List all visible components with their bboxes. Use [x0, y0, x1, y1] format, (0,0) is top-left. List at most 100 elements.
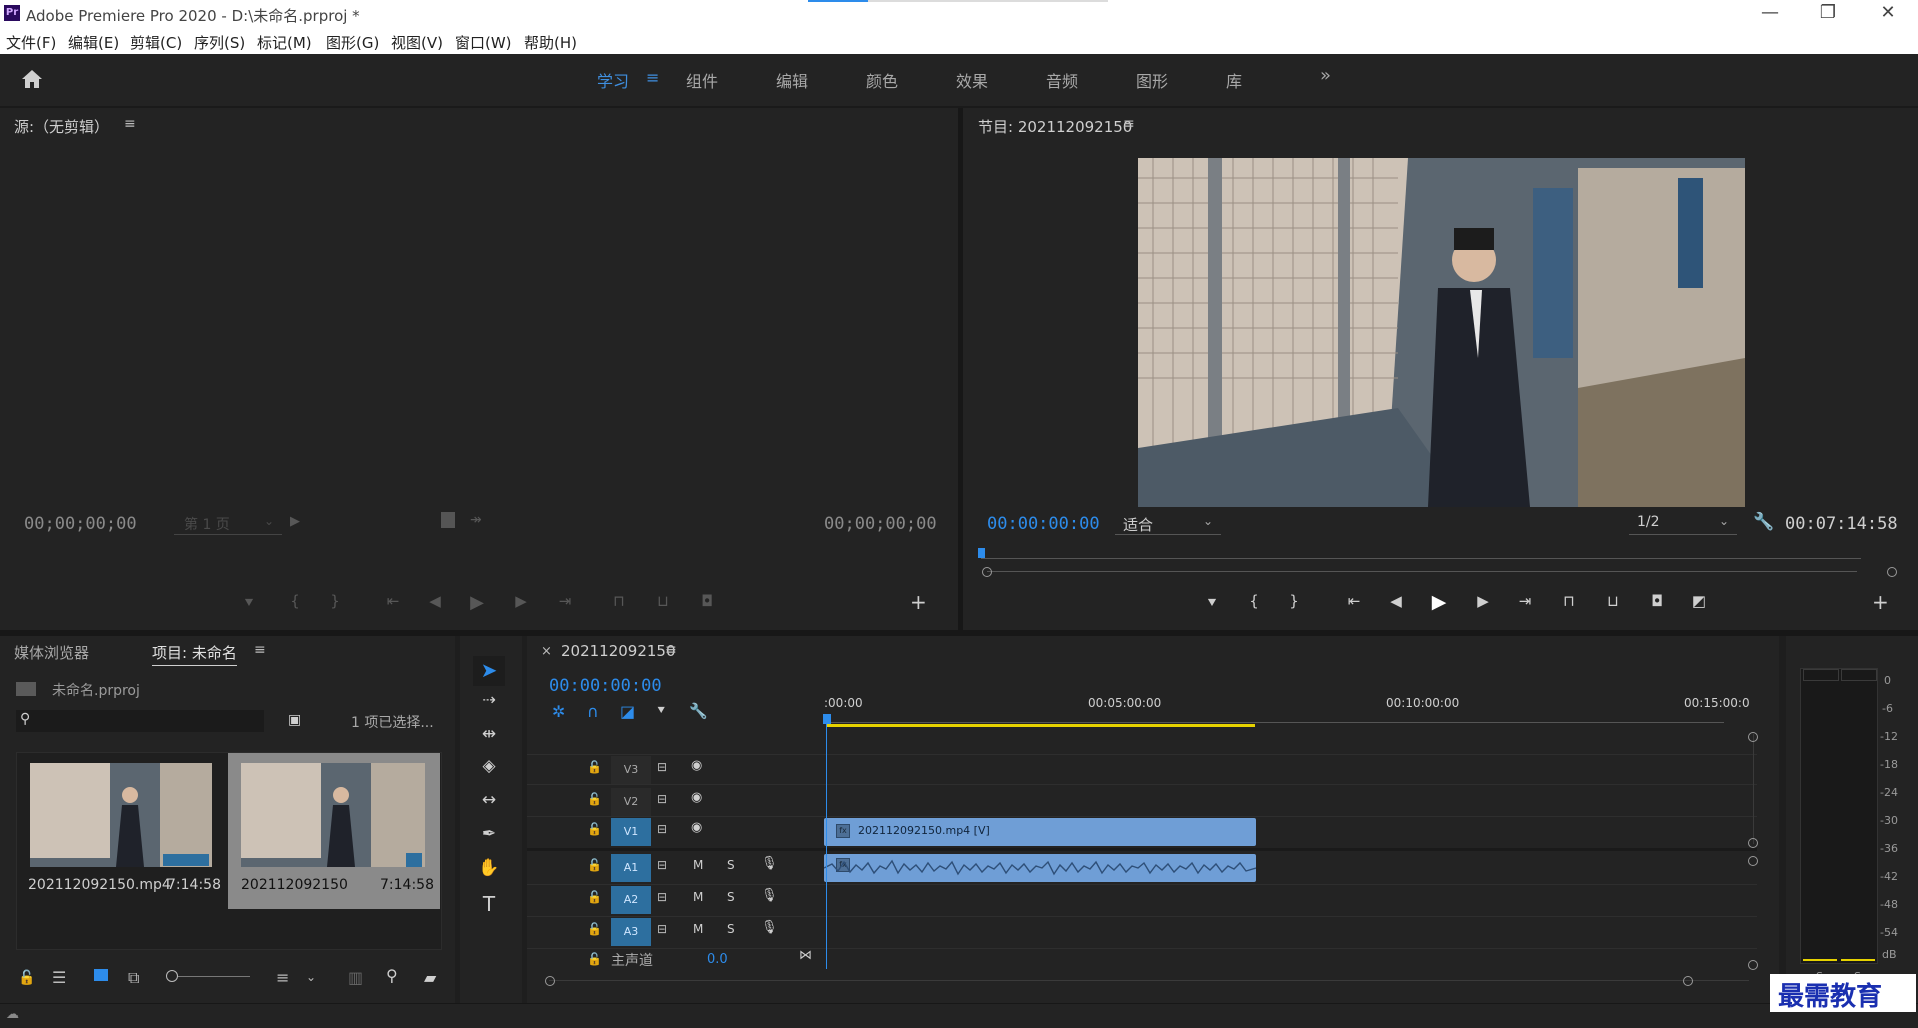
source-playhead-timecode[interactable]: 00;00;00;00	[24, 514, 137, 534]
sort-icon[interactable]: ≡	[276, 968, 289, 987]
workspace-tab-learn[interactable]: 学习	[597, 68, 629, 92]
workspace-tab-audio[interactable]: 音频	[1046, 68, 1078, 92]
workspace-tab-graphics[interactable]: 图形	[1136, 68, 1168, 92]
workspace-tab-color[interactable]: 颜色	[866, 68, 898, 92]
add-button-icon[interactable]: +	[910, 590, 927, 614]
timeline-sequence-tab[interactable]: 202112092150	[561, 642, 676, 660]
mute-button[interactable]: M	[693, 922, 703, 936]
pen-tool-icon[interactable]: ✒	[474, 824, 504, 844]
ripple-edit-tool-icon[interactable]: ⇹	[474, 724, 504, 744]
microphone-icon[interactable]: 🎙	[761, 920, 778, 935]
workspace-tab-assembly[interactable]: 组件	[686, 68, 718, 92]
step-back-icon[interactable]: ◀	[422, 592, 448, 610]
scroll-handle[interactable]	[1748, 838, 1758, 848]
sync-lock-icon[interactable]: ⊟	[657, 792, 667, 806]
program-time-ruler[interactable]	[981, 550, 1861, 559]
peak-indicator-right[interactable]	[1841, 669, 1877, 681]
source-page-dropdown[interactable]: 第 1 页 ⌄	[174, 512, 282, 535]
play-icon[interactable]: ▶	[464, 592, 490, 613]
timeline-ruler[interactable]: :00:00 00:05:00:00 00:10:00:00 00:15:00:…	[824, 694, 1750, 724]
menu-sequence[interactable]: 序列(S)	[194, 32, 245, 53]
new-bin-icon[interactable]: ▰	[424, 968, 436, 987]
track-select-tool-icon[interactable]: ⇢	[474, 690, 504, 709]
home-icon[interactable]	[20, 68, 44, 90]
insert-icon[interactable]: ⊓	[606, 592, 632, 610]
menu-edit[interactable]: 编辑(E)	[68, 32, 119, 53]
video-audio-divider[interactable]	[527, 848, 1757, 851]
sync-lock-icon[interactable]: ⊟	[657, 890, 667, 904]
go-to-end-icon[interactable]: ⋈	[799, 948, 812, 963]
slip-tool-icon[interactable]: ↔	[474, 790, 504, 810]
video-vertical-scrollbar[interactable]	[1753, 734, 1754, 844]
panel-menu-icon[interactable]: ≡	[254, 642, 266, 658]
video-clip[interactable]: fx 202112092150.mp4 [V]	[824, 818, 1256, 846]
lock-icon[interactable]: 🔓	[587, 822, 602, 836]
track-target-v2[interactable]: V2	[611, 788, 651, 816]
menu-clip[interactable]: 剪辑(C)	[130, 32, 182, 53]
automate-to-sequence-icon[interactable]: ▥	[348, 968, 363, 987]
minimize-button[interactable]: —	[1750, 2, 1790, 23]
project-item[interactable]: 202112092150.mp4 7:14:58	[17, 753, 227, 909]
workspace-tab-effects[interactable]: 效果	[956, 68, 988, 92]
thumbnail-size-slider-handle[interactable]	[166, 970, 178, 982]
lift-icon[interactable]: ⊓	[1556, 592, 1582, 610]
step-forward-icon[interactable]: ▶	[1470, 592, 1496, 610]
timeline-playhead-timecode[interactable]: 00:00:00:00	[549, 676, 662, 696]
tab-project[interactable]: 项目: 未命名	[152, 642, 237, 666]
master-volume-value[interactable]: 0.0	[707, 952, 728, 967]
mark-in-icon[interactable]: {	[1241, 592, 1267, 610]
wrench-icon[interactable]: 🔧	[1753, 512, 1774, 532]
tab-media-browser[interactable]: 媒体浏览器	[14, 642, 89, 663]
solo-button[interactable]: S	[727, 922, 735, 936]
lock-icon[interactable]: 🔓	[587, 890, 602, 904]
freeform-view-icon[interactable]: ⧉	[128, 968, 139, 988]
project-search-input[interactable]: ⚲	[16, 710, 264, 732]
program-video-frame[interactable]	[1138, 158, 1745, 507]
sync-lock-icon[interactable]: ⊟	[657, 822, 667, 836]
snap-magnet-icon[interactable]: ∩	[587, 702, 599, 721]
drag-audio-icon[interactable]: ↠	[470, 512, 482, 528]
resolution-dropdown[interactable]: 1/2 ⌄	[1629, 512, 1737, 535]
mark-in-icon[interactable]: {	[282, 592, 308, 610]
type-tool-icon[interactable]: T	[474, 892, 504, 916]
workspace-tab-libraries[interactable]: 库	[1226, 68, 1242, 92]
sequence-name[interactable]: 202112092150	[241, 877, 348, 893]
add-button-icon[interactable]: +	[1872, 590, 1889, 614]
scroll-handle[interactable]	[1748, 732, 1758, 742]
scroll-handle[interactable]	[1748, 960, 1758, 970]
program-zoom-bar[interactable]	[987, 571, 1857, 572]
go-to-out-icon[interactable]: ⇥	[1512, 592, 1538, 610]
menu-graphics[interactable]: 图形(G)	[326, 32, 379, 53]
close-tab-icon[interactable]: ×	[541, 644, 552, 659]
camera-icon[interactable]: ◘	[1644, 592, 1670, 610]
zoom-fit-dropdown[interactable]: 适合 ⌄	[1115, 512, 1221, 535]
zoom-handle-left[interactable]	[982, 567, 992, 577]
chevron-down-icon[interactable]: ⌄	[306, 970, 316, 984]
solo-button[interactable]: S	[727, 890, 735, 904]
peak-indicator-left[interactable]	[1803, 669, 1839, 681]
nest-toggle-icon[interactable]: ✲	[552, 702, 565, 721]
restore-button[interactable]: ❐	[1808, 2, 1848, 23]
razor-tool-icon[interactable]: ◈	[474, 756, 504, 776]
mute-button[interactable]: M	[693, 890, 703, 904]
step-back-icon[interactable]: ◀	[1383, 592, 1409, 610]
track-target-a3[interactable]: A3	[611, 918, 651, 946]
find-icon[interactable]: ⚲	[386, 966, 398, 985]
panel-menu-icon[interactable]: ≡	[1123, 116, 1135, 132]
creative-cloud-icon[interactable]: ☁	[6, 1007, 19, 1022]
lock-icon[interactable]: 🔓	[587, 922, 602, 936]
wrench-icon[interactable]: 🔧	[689, 702, 708, 720]
menu-window[interactable]: 窗口(W)	[455, 32, 512, 53]
sync-lock-icon[interactable]: ⊟	[657, 858, 667, 872]
workspace-overflow-button[interactable]: »	[1320, 65, 1331, 86]
camera-icon[interactable]: ◘	[694, 592, 720, 610]
menu-view[interactable]: 视图(V)	[391, 32, 443, 53]
go-to-in-icon[interactable]: ⇤	[380, 592, 406, 610]
audio-clip[interactable]: fx	[824, 854, 1256, 882]
linked-selection-icon[interactable]: ◪	[620, 702, 635, 721]
hscroll-handle-right[interactable]	[1683, 976, 1693, 986]
microphone-icon[interactable]: 🎙	[761, 856, 778, 871]
thumbnail-size-slider[interactable]	[178, 976, 250, 977]
track-target-v3[interactable]: V3	[611, 756, 651, 784]
go-to-in-icon[interactable]: ⇤	[1341, 592, 1367, 610]
